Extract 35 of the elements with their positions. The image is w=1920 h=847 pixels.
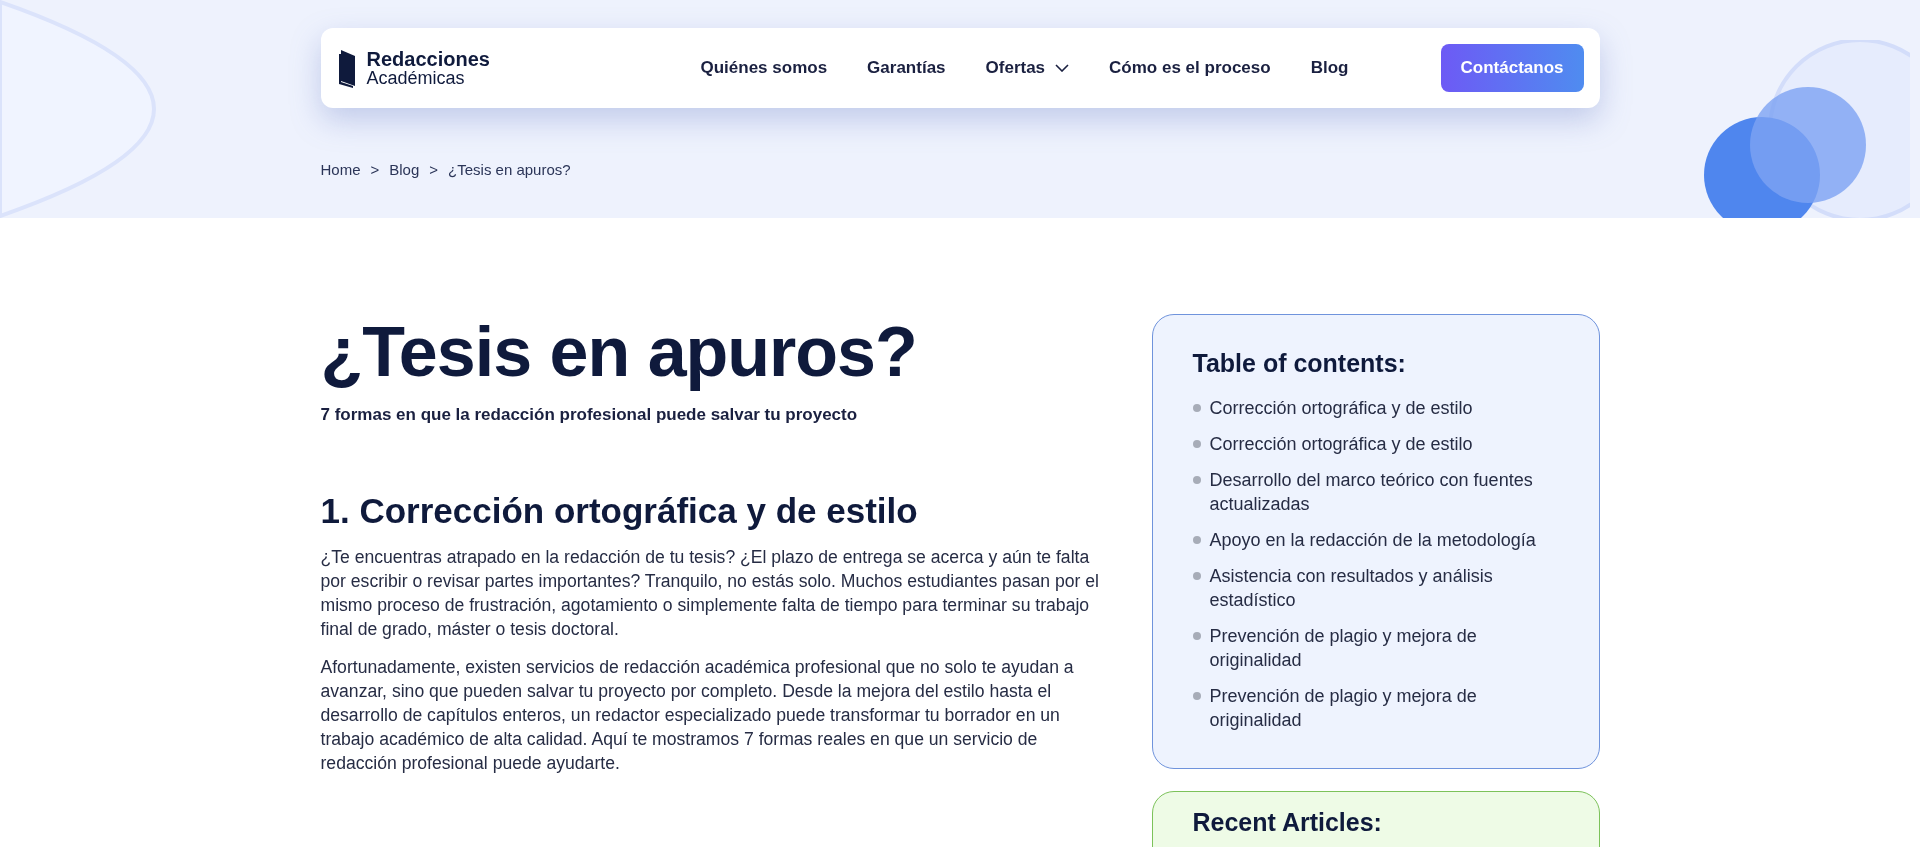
current-page-label: ¿Tesis en apuros? bbox=[448, 161, 571, 178]
toc-link[interactable]: Apoyo en la redacción de la metodología bbox=[1209, 528, 1536, 552]
section-heading: 1. Corrección ortográfica y de estilo bbox=[320, 491, 919, 531]
nav-link[interactable]: Garantías bbox=[867, 58, 946, 78]
paragraph: ¿Te encuentras atrapado en la redacción de tu tesis? ¿El plazo de entrega se acerca y aún te falta por escribir o revisar partes importantes? Tranquilo, no estás solo. Muchos estudiantes pasan por el mismo proceso de frustración, agotamiento o simplemente falta de tiempo para terminar su trabajo final de grado, máster o tesis doctoral. bbox=[320, 546, 1100, 641]
nav-link[interactable]: Ofertas bbox=[985, 58, 1070, 78]
nav-link[interactable]: Cómo es el proceso bbox=[1109, 58, 1271, 78]
article-subtitle: 7 formas en que la redacción profesional puede salvar tu proyecto bbox=[320, 405, 859, 425]
chevron-down-icon bbox=[1055, 64, 1070, 72]
breadcrumb-link[interactable]: Blog bbox=[389, 161, 420, 178]
article-title: ¿Tesis en apuros? bbox=[320, 314, 918, 391]
contact-button[interactable]: Contáctanos bbox=[1440, 44, 1584, 92]
toc-link[interactable]: Asistencia con resultados y análisis estadístico bbox=[1209, 564, 1559, 612]
bullet-icon bbox=[1192, 440, 1201, 448]
bullet-icon bbox=[1192, 632, 1201, 640]
logo-text: Académicas bbox=[366, 69, 466, 87]
toc-link[interactable]: Corrección ortográfica y de estilo bbox=[1209, 432, 1473, 456]
bullet-icon bbox=[1192, 404, 1201, 412]
nav-link[interactable]: Blog bbox=[1310, 58, 1349, 78]
toc-link[interactable]: Desarrollo del marco teórico con fuentes actualizadas bbox=[1209, 468, 1559, 516]
toc-link[interactable]: Prevención de plagio y mejora de originalidad bbox=[1209, 684, 1559, 732]
breadcrumb-separator: > bbox=[429, 161, 439, 178]
nav-link[interactable]: Quiénes somos bbox=[700, 58, 828, 78]
toc-title: Table of contents: bbox=[1192, 349, 1407, 378]
toc-link[interactable]: Corrección ortográfica y de estilo bbox=[1209, 396, 1473, 420]
breadcrumb-separator: > bbox=[370, 161, 380, 178]
bullet-icon bbox=[1192, 536, 1201, 544]
recent-articles-title: Recent Articles: bbox=[1192, 808, 1383, 837]
breadcrumb-link[interactable]: Home bbox=[320, 161, 361, 178]
bullet-icon bbox=[1192, 572, 1201, 580]
bullet-icon bbox=[1192, 692, 1201, 700]
paragraph: Afortunadamente, existen servicios de redacción académica profesional que no solo te ayudan a avanzar, sino que pueden salvar tu proyecto por completo. Desde la mejora del estilo hasta el desarrollo de capítulos enteros, un redactor especializado puede transformar tu borrador en un trabajo académico de alta calidad. Aquí te mostramos 7 formas reales en que un servicio de redacción profesional puede ayudarte. bbox=[320, 656, 1075, 775]
bullet-icon bbox=[1192, 476, 1201, 484]
toc-link[interactable]: Prevención de plagio y mejora de originalidad bbox=[1209, 624, 1559, 672]
logo-text: Redacciones bbox=[366, 49, 490, 69]
